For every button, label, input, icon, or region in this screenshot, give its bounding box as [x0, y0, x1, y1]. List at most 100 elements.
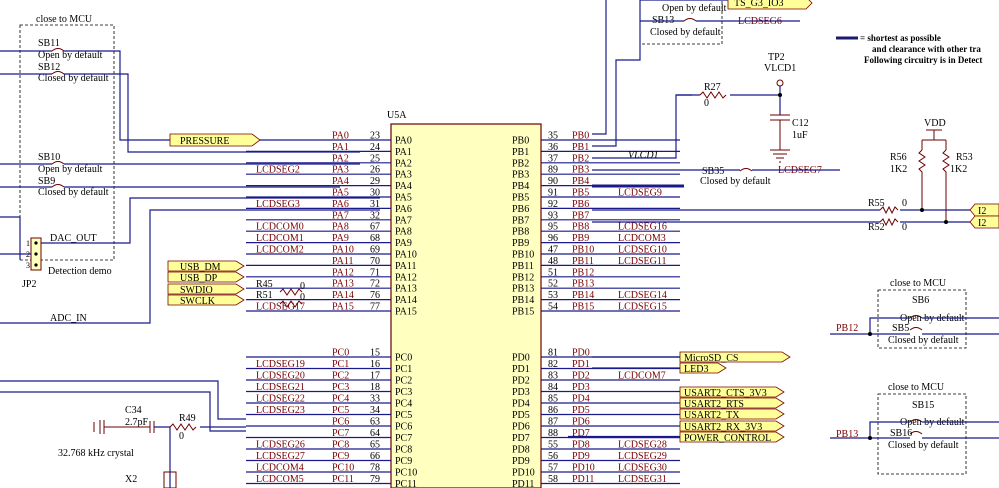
right-pin-name: PB3 [512, 170, 529, 181]
left-pin-name: PA8 [395, 227, 412, 238]
left-pin-net: PA3 [332, 165, 349, 176]
right-pin-number: 84 [548, 382, 558, 393]
wire-sb11 [0, 50, 170, 141]
pb13-block-title: close to MCU [888, 382, 945, 393]
right-pin-number: 58 [548, 474, 558, 485]
left-pin-net: PC7 [332, 428, 349, 439]
right-pin-net: PD0 [572, 348, 590, 359]
r56-ref: R56 [890, 152, 907, 163]
right-pin-net: PB6 [572, 199, 589, 210]
right-pin-name: PB7 [512, 215, 529, 226]
sb16-ref: SB16 [890, 428, 912, 439]
left-pin-signal-label: LCDCOM0 [256, 222, 304, 233]
left-pin-number: 16 [370, 359, 380, 370]
left-pin-net: PC10 [332, 463, 354, 474]
c34-ref: C34 [125, 405, 142, 416]
left-pin-net: PA8 [332, 222, 349, 233]
r45-ref: R45 [256, 279, 273, 290]
left-pin-signal-label: LCDSEG22 [256, 394, 305, 405]
right-pin-name: PB4 [512, 181, 529, 192]
wire-pc7 [0, 391, 246, 432]
r27-value: 0 [704, 98, 709, 109]
tp2-net: VLCD1 [764, 63, 796, 74]
left-pin-name: PC2 [395, 376, 412, 387]
right-pin-name: PB6 [512, 204, 529, 215]
sb6-ref: SB6 [912, 295, 929, 306]
left-pin-name: PC3 [395, 387, 412, 398]
pb12-junction [868, 332, 872, 336]
left-pin-number: 77 [370, 302, 380, 313]
right-pin-number: 83 [548, 371, 558, 382]
right-pin-name: PB10 [512, 250, 534, 261]
left-pin-name: PA3 [395, 170, 412, 181]
right-pin-number: 56 [548, 451, 558, 462]
right-pin-net: PB5 [572, 188, 589, 199]
x2-ref: X2 [125, 474, 137, 485]
right-pin-net: PD8 [572, 440, 590, 451]
left-pin-number: 67 [370, 222, 380, 233]
left-pin-name: PC5 [395, 410, 412, 421]
wire-pb0-up [592, 0, 607, 135]
right-pin-net: PB8 [572, 222, 589, 233]
r55-value: 0 [902, 198, 907, 209]
left-pin-name: PA6 [395, 204, 412, 215]
right-pin-number: 36 [548, 142, 558, 153]
left-pin-net: PA0 [332, 131, 349, 142]
right-pin-net: PD6 [572, 417, 590, 428]
left-pin-signal-label: LCDCOM5 [256, 474, 304, 485]
right-pin-name: PD10 [512, 468, 535, 479]
right-pin-name: PB1 [512, 147, 529, 158]
left-pin-number: 71 [370, 267, 380, 278]
right-pin-name: PD6 [512, 422, 530, 433]
right-pin-net: PD11 [572, 474, 594, 485]
left-pin-name: PA1 [395, 147, 412, 158]
right-pin-name: PB14 [512, 295, 534, 306]
left-pin-net: PC1 [332, 359, 349, 370]
left-pin-number: 23 [370, 131, 380, 142]
right-pin-name: PB9 [512, 238, 529, 249]
wire-pc6 [0, 380, 246, 420]
left-pin-net: PA13 [332, 279, 354, 290]
usb-dm-tag-text: USB_DM [180, 262, 221, 273]
left-pin-name: PC10 [395, 468, 417, 479]
pb13-junction [868, 436, 872, 440]
right-pin-name: PD9 [512, 456, 530, 467]
right-pin-name: PB11 [512, 261, 534, 272]
vlcd1-net-label: VLCD1 [628, 150, 659, 161]
r49-value: 0 [179, 431, 184, 442]
r51-ref: R51 [256, 290, 273, 301]
r51-value: 0 [300, 292, 305, 303]
note-line3: Following circuitry is in Detect [864, 55, 982, 65]
right-pin-number: 91 [548, 188, 558, 199]
left-pin-signal-label: LCDSEG19 [256, 359, 305, 370]
jp2-pin1 [34, 241, 38, 245]
usb-dp-tag-text: USB_DP [180, 273, 218, 284]
right-pin-number: 35 [548, 131, 558, 142]
sb11-label: SB11 [38, 38, 60, 49]
right-pin-number: 95 [548, 222, 558, 233]
left-pin-net: PA15 [332, 302, 354, 313]
wire-jp2 [0, 197, 380, 255]
c12-value: 1uF [792, 130, 808, 141]
left-pin-net: PA5 [332, 188, 349, 199]
right-pin-name: PD4 [512, 399, 530, 410]
right-pin-net: PB0 [572, 131, 589, 142]
right-pin-name: PD7 [512, 433, 530, 444]
left-pin-net: PC2 [332, 371, 349, 382]
right-pin-net: PB11 [572, 256, 594, 267]
adc-in-label: ADC_IN [50, 313, 87, 324]
left-pin-net: PC11 [332, 474, 354, 485]
tp2-testpoint[interactable] [776, 79, 784, 87]
right-pin-number: 87 [548, 417, 558, 428]
right-pin-net: PB3 [572, 165, 589, 176]
left-pin-net: PC8 [332, 440, 349, 451]
microsd-cs-tag-text: MicroSD_CS [684, 353, 738, 364]
left-pin-name: PA2 [395, 158, 412, 169]
right-pin-number: 52 [548, 279, 558, 290]
right-pin-number: 85 [548, 394, 558, 405]
right-pin-name: PB0 [512, 136, 529, 147]
left-pin-name: PC4 [395, 399, 412, 410]
right-pin-net: PB14 [572, 290, 594, 301]
schematic-canvas: U5A PA0 23 PA0PA1 24 PA1PA2 25 PA2PA3 26 PA3LCDS… [0, 0, 999, 488]
i2c-junction-a [920, 208, 924, 212]
